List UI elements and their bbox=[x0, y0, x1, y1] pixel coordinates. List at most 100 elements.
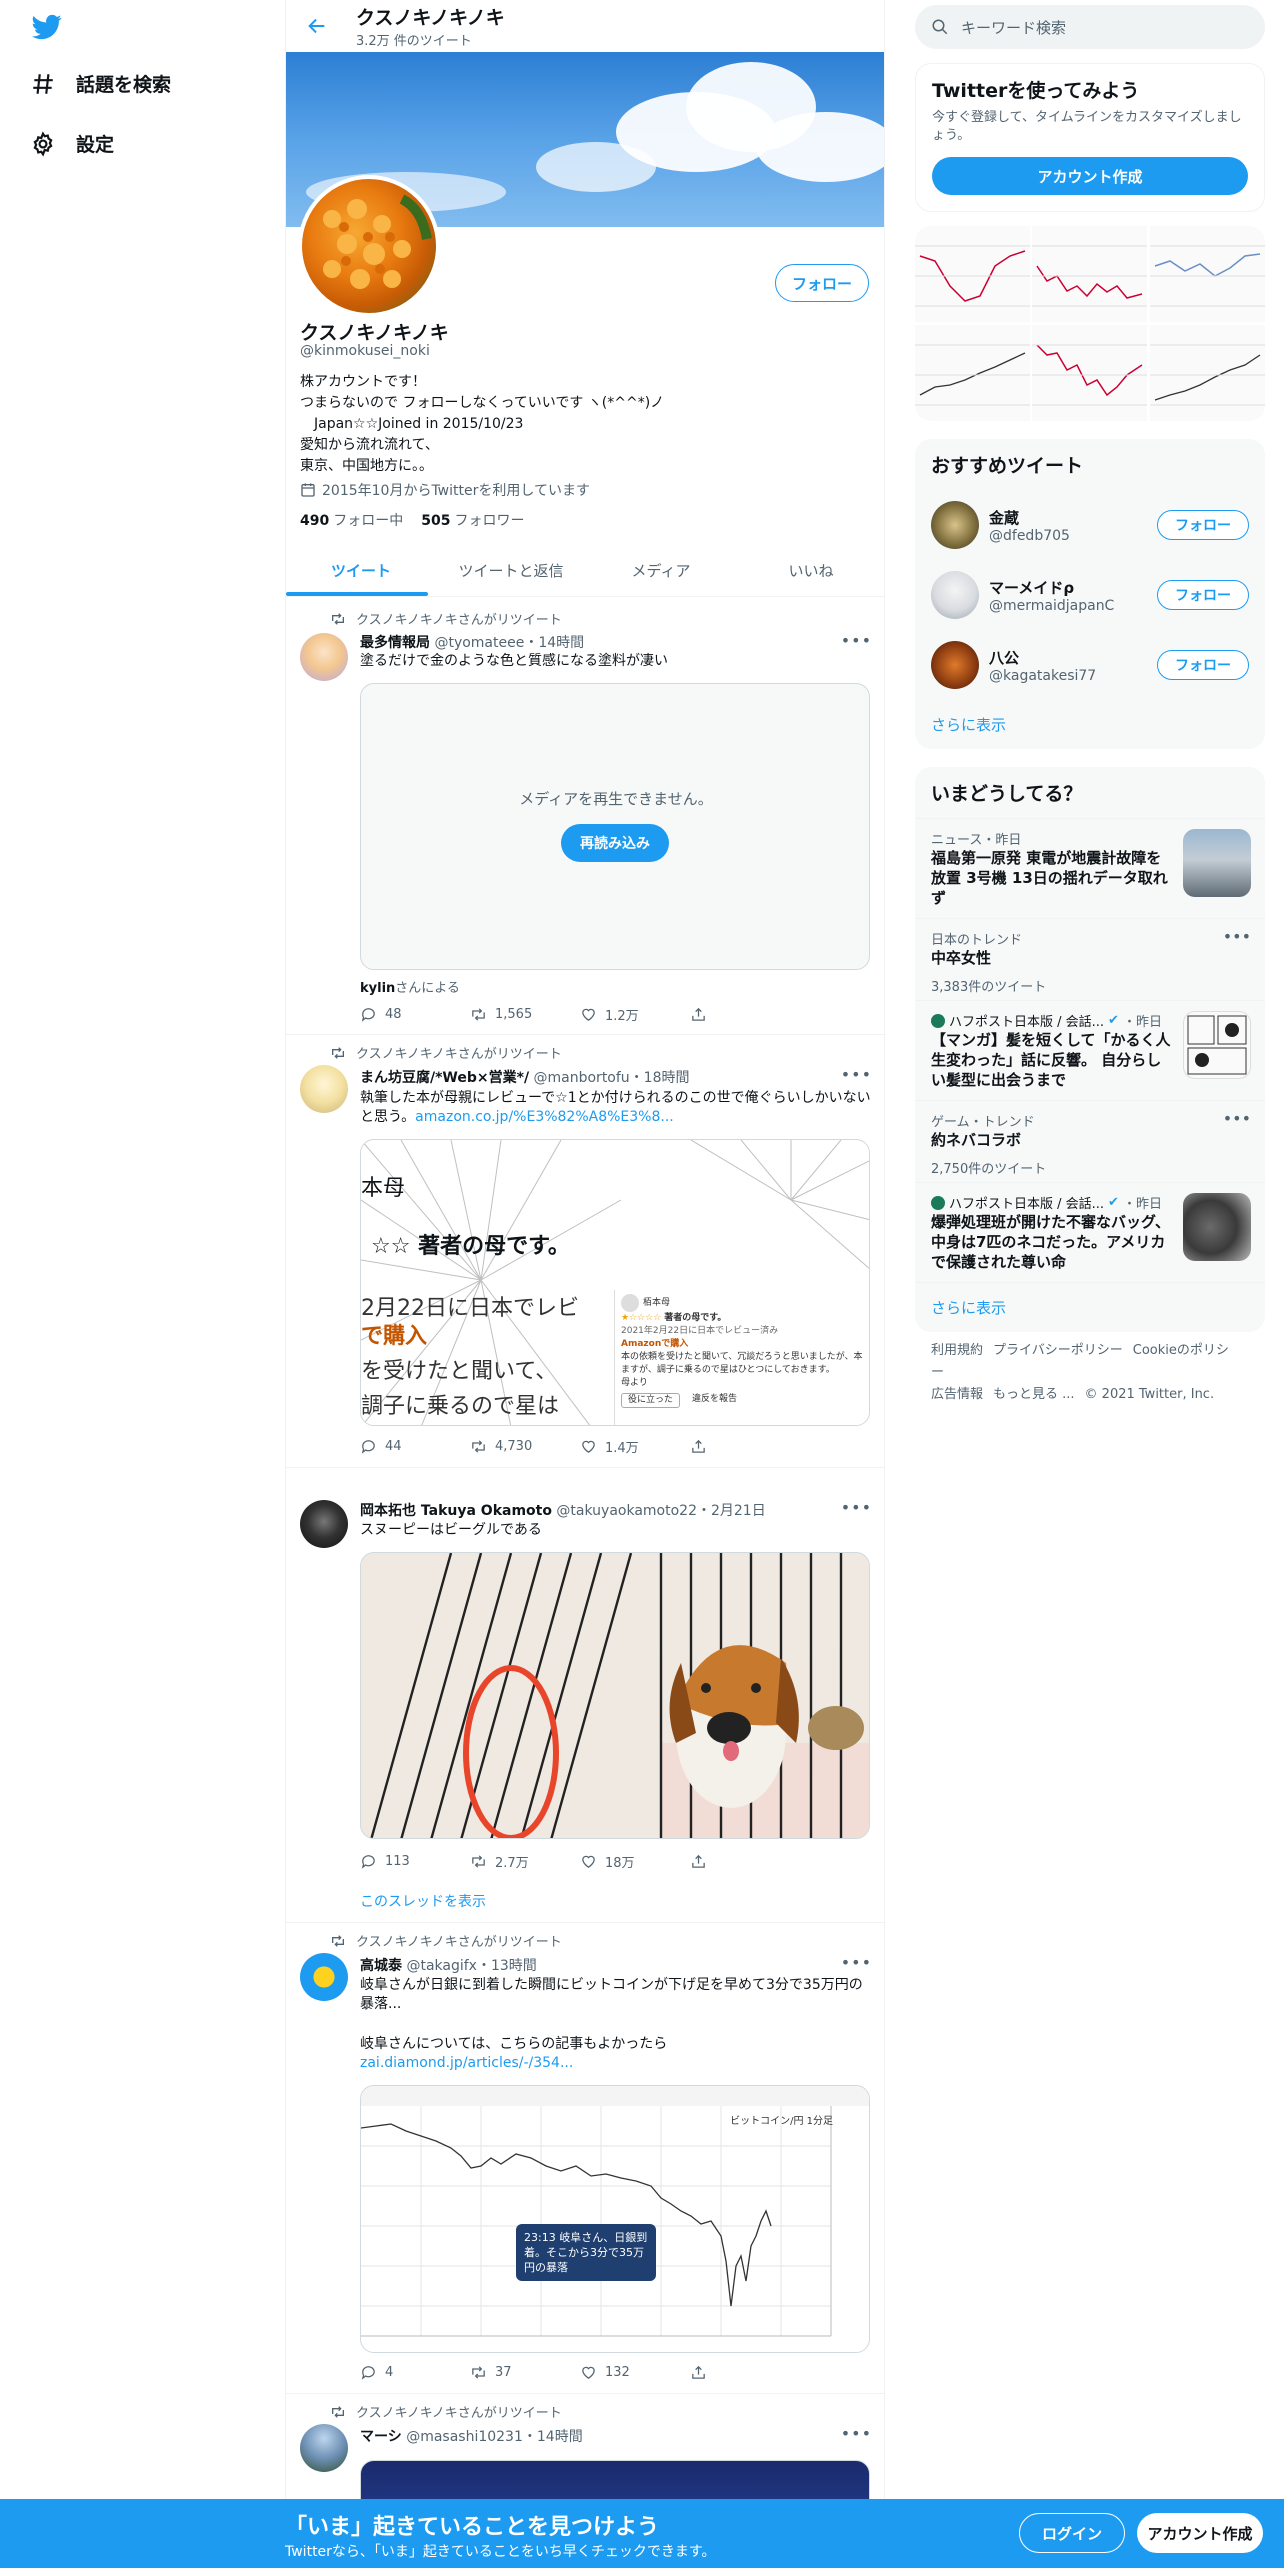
trend-item[interactable]: 日本のトレンド 中卒女性 3,383件のツイート ••• bbox=[915, 918, 1265, 1000]
create-account-button[interactable]: アカウント作成 bbox=[932, 157, 1248, 195]
retweet-icon bbox=[332, 612, 344, 625]
more-icon[interactable]: ••• bbox=[841, 1065, 872, 1084]
tweet-actions: 44 4,730 1.4万 bbox=[360, 1437, 800, 1456]
user-suggestion[interactable]: マーメイドρ @mermaidjapanC フォロー bbox=[915, 560, 1265, 630]
avatar[interactable] bbox=[931, 571, 979, 619]
tweet-actions: 113 2.7万 18万 bbox=[360, 1852, 800, 1871]
media-grid[interactable] bbox=[915, 226, 1265, 421]
share-button[interactable] bbox=[690, 1005, 800, 1024]
tweet-text: 塗るだけで金のような色と質感になる塗料が凄い bbox=[360, 653, 668, 669]
reply-button[interactable]: 48 bbox=[360, 1005, 470, 1024]
footer-link[interactable]: 広告情報 bbox=[931, 1387, 983, 1402]
avatar[interactable] bbox=[300, 633, 348, 681]
avatar[interactable] bbox=[931, 501, 979, 549]
trend-item[interactable]: ゲーム・トレンド 約ネバコラボ 2,750件のツイート ••• bbox=[915, 1100, 1265, 1182]
nav-settings[interactable]: 設定 bbox=[30, 130, 114, 157]
retweet-button[interactable]: 1,565 bbox=[470, 1005, 580, 1024]
reload-button[interactable]: 再読み込み bbox=[561, 824, 669, 862]
tweet-header: 最多情報局 @tyomateee・14時間 bbox=[360, 635, 585, 651]
tweet-header: 岡本拓也 Takuya Okamoto @takuyaokamoto22・2月2… bbox=[360, 1503, 766, 1519]
avatar[interactable] bbox=[300, 2424, 348, 2472]
search-placeholder: キーワード検索 bbox=[961, 18, 1067, 37]
tweet-image[interactable] bbox=[360, 1552, 870, 1839]
follow-button[interactable]: フォロー bbox=[1157, 510, 1249, 540]
tweet[interactable]: 岡本拓也 Takuya Okamoto @takuyaokamoto22・2月2… bbox=[286, 1468, 884, 1923]
trend-item[interactable]: ハフポスト日本版 / 会話... ✔ ・昨日 爆弾処理班が開けた不審なバッグ、中身は… bbox=[915, 1182, 1265, 1282]
like-button[interactable]: 18万 bbox=[580, 1852, 690, 1871]
twitter-logo-icon[interactable] bbox=[30, 12, 64, 42]
trend-item[interactable]: ハフポスト日本版 / 会話... ✔ ・昨日 【マンガ】髪を短くして「かるく人生変わ… bbox=[915, 1000, 1265, 1100]
followers-link[interactable]: 505 フォロワー bbox=[421, 510, 524, 530]
avatar[interactable] bbox=[300, 1065, 348, 1113]
tab-likes[interactable]: いいね bbox=[736, 545, 884, 596]
show-thread-link[interactable]: このスレッドを表示 bbox=[360, 1891, 486, 1911]
share-button[interactable] bbox=[690, 1437, 800, 1456]
search-input[interactable]: キーワード検索 bbox=[915, 5, 1265, 49]
following-link[interactable]: 490 フォロー中 bbox=[300, 510, 403, 530]
like-button[interactable]: 1.4万 bbox=[580, 1437, 690, 1456]
reply-button[interactable]: 4 bbox=[360, 2364, 470, 2381]
heart-icon bbox=[582, 1855, 595, 1868]
more-icon[interactable]: ••• bbox=[1223, 927, 1251, 946]
tweet[interactable]: クスノキノキノキさんがリツイート 最多情報局 @tyomateee・14時間 •… bbox=[286, 597, 884, 1035]
more-icon[interactable]: ••• bbox=[841, 2424, 872, 2443]
recommended-title: おすすめツイート bbox=[931, 455, 1084, 477]
login-button[interactable]: ログイン bbox=[1019, 2513, 1125, 2553]
avatar[interactable] bbox=[300, 1500, 348, 1548]
share-icon bbox=[692, 1854, 705, 1868]
user-suggestion[interactable]: 金蔵 @dfedb705 フォロー bbox=[915, 490, 1265, 560]
footer-link[interactable]: もっと見る ... bbox=[993, 1387, 1075, 1402]
retweet-indicator: クスノキノキノキさんがリツイート bbox=[330, 1931, 562, 1950]
tweet[interactable]: クスノキノキノキさんがリツイート 高城泰 @takagifx・13時間 ••• … bbox=[286, 1923, 884, 2394]
footer-link[interactable]: プライバシーポリシー bbox=[993, 1343, 1123, 1358]
copyright: © 2021 Twitter, Inc. bbox=[1084, 1387, 1215, 1402]
like-button[interactable]: 132 bbox=[580, 2364, 690, 2381]
signup-button[interactable]: アカウント作成 bbox=[1137, 2513, 1263, 2553]
follow-button[interactable]: フォロー bbox=[1157, 650, 1249, 680]
profile-tabs: ツイート ツイートと返信 メディア いいね bbox=[286, 545, 884, 597]
tweet-image[interactable]: ビットコイン/円 1分足 23:13 岐阜さん、日銀到着。そこから3分で35万円… bbox=[360, 2085, 870, 2353]
tweet-link[interactable]: zai.diamond.jp/articles/-/354... bbox=[360, 2054, 872, 2073]
follow-button[interactable]: フォロー bbox=[1157, 580, 1249, 610]
more-icon[interactable]: ••• bbox=[1223, 1109, 1251, 1128]
tweet-link[interactable]: amazon.co.jp/%E3%82%A8%E3%8... bbox=[415, 1109, 674, 1125]
heart-icon bbox=[582, 1008, 595, 1021]
show-more-link[interactable]: さらに表示 bbox=[915, 700, 1265, 749]
tab-media[interactable]: メディア bbox=[586, 545, 736, 596]
reply-button[interactable]: 44 bbox=[360, 1437, 470, 1456]
heart-icon bbox=[582, 1440, 595, 1453]
show-more-link[interactable]: さらに表示 bbox=[915, 1282, 1265, 1332]
share-button[interactable] bbox=[690, 2364, 800, 2381]
image-text: 本母 bbox=[361, 1176, 406, 1201]
avatar[interactable] bbox=[300, 1953, 348, 2001]
back-arrow-icon[interactable] bbox=[306, 15, 328, 37]
retweet-button[interactable]: 2.7万 bbox=[470, 1852, 580, 1871]
bottom-signup-bar: 「いま」起きていることを見つけよう Twitterなら、「いま」起きていることを… bbox=[0, 2499, 1284, 2568]
reply-button[interactable]: 113 bbox=[360, 1852, 470, 1871]
retweet-button[interactable]: 4,730 bbox=[470, 1437, 580, 1456]
retweet-button[interactable]: 37 bbox=[470, 2364, 580, 2381]
more-icon[interactable]: ••• bbox=[841, 631, 872, 650]
user-suggestion[interactable]: 八公 @kagatakesi77 フォロー bbox=[915, 630, 1265, 700]
share-button[interactable] bbox=[690, 1852, 800, 1871]
trend-thumbnail bbox=[1183, 829, 1251, 897]
tab-tweets[interactable]: ツイート bbox=[286, 545, 436, 596]
media-attribution[interactable]: kylinさんによる bbox=[360, 977, 460, 996]
avatar[interactable] bbox=[931, 641, 979, 689]
more-icon[interactable]: ••• bbox=[841, 1498, 872, 1517]
share-icon bbox=[692, 1439, 705, 1453]
tab-tweets-replies[interactable]: ツイートと返信 bbox=[436, 545, 586, 596]
verified-icon: ✔ bbox=[1108, 1195, 1119, 1210]
profile-avatar[interactable] bbox=[298, 175, 440, 317]
more-icon[interactable]: ••• bbox=[841, 1953, 872, 1972]
tweet[interactable]: クスノキノキノキさんがリツイート まん坊豆腐/*Web×営業*/ @manbor… bbox=[286, 1035, 884, 1468]
footer-link[interactable]: 利用規約 bbox=[931, 1343, 983, 1358]
trend-item[interactable]: ニュース・昨日 福島第一原発 東電が地震計故障を放置 3号機 13日の揺れデータ… bbox=[915, 818, 1265, 918]
nav-explore[interactable]: 話題を検索 bbox=[30, 70, 171, 97]
tweet-text: スヌーピーはビーグルである bbox=[360, 1522, 542, 1538]
tweet-image[interactable]: 本母 ☆☆ 著者の母です。 2月22日に日本でレビ で購入 を受けたと聞いて、 … bbox=[360, 1139, 870, 1426]
retweet-indicator: クスノキノキノキさんがリツイート bbox=[330, 1043, 562, 1062]
trend-thumbnail bbox=[1183, 1193, 1251, 1261]
like-button[interactable]: 1.2万 bbox=[580, 1005, 690, 1024]
follow-button[interactable]: フォロー bbox=[775, 264, 869, 302]
